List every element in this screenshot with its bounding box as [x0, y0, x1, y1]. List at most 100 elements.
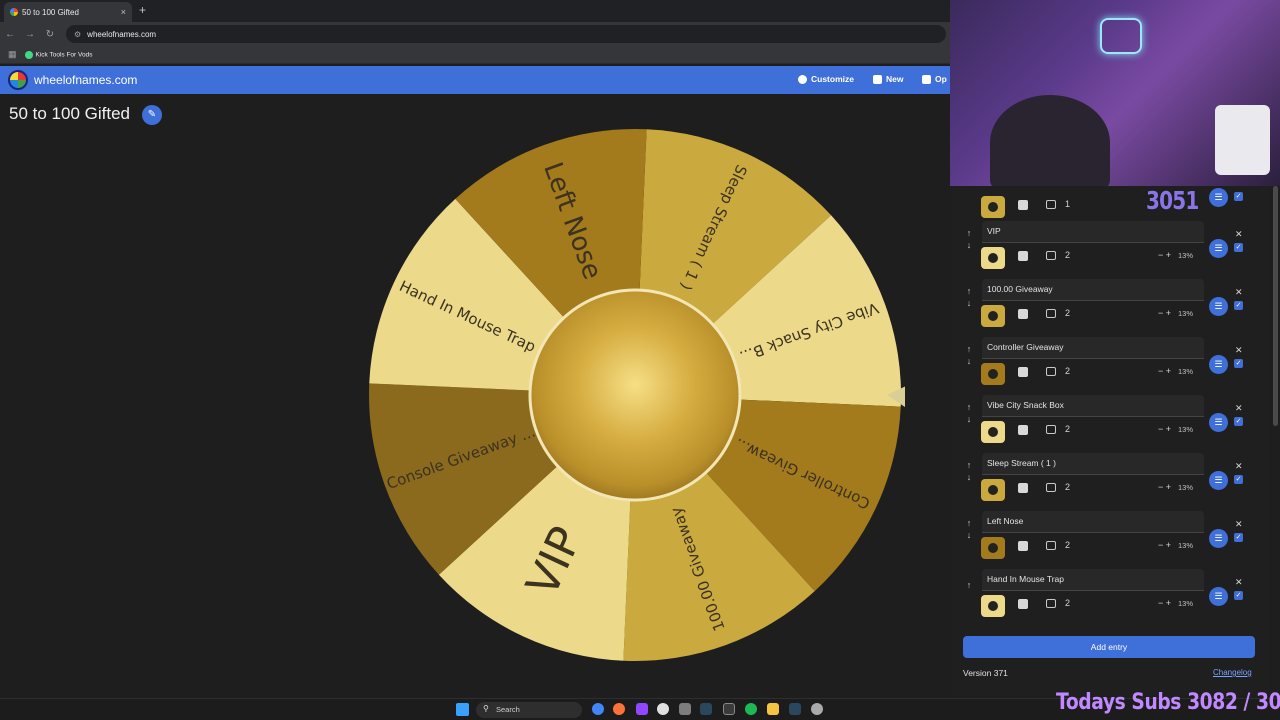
color-swatch[interactable] — [981, 363, 1005, 385]
image-icon[interactable] — [1018, 541, 1028, 551]
changelog-link[interactable]: Changelog — [1213, 668, 1252, 677]
forward-icon[interactable]: → — [20, 29, 40, 40]
color-swatch[interactable] — [981, 479, 1005, 501]
close-icon[interactable]: ✕ — [1235, 345, 1243, 356]
firefox-icon[interactable] — [613, 703, 625, 715]
weight-field[interactable]: 1 — [1046, 199, 1070, 209]
reorder-arrows-icon[interactable]: ↑ ↓ — [964, 227, 974, 251]
entry-options-button[interactable]: ☰ — [1209, 471, 1228, 490]
color-swatch[interactable] — [981, 305, 1005, 327]
weight-field[interactable]: 2 — [1046, 482, 1070, 492]
obs-icon[interactable] — [657, 703, 669, 715]
new-button[interactable]: New — [873, 74, 903, 84]
entry-enabled-checkbox[interactable]: ✓ — [1234, 417, 1243, 426]
customize-button[interactable]: Customize — [798, 74, 854, 84]
entry-enabled-checkbox[interactable]: ✓ — [1234, 591, 1243, 600]
color-swatch[interactable] — [981, 247, 1005, 269]
image-icon[interactable] — [1018, 599, 1028, 609]
browser-tab[interactable]: 50 to 100 Gifted × — [4, 2, 132, 22]
weight-field[interactable]: 2 — [1046, 540, 1070, 550]
entry-name-field[interactable]: Hand In Mouse Trap — [982, 569, 1204, 591]
pencil-icon[interactable]: ✎ — [142, 105, 162, 125]
close-icon[interactable]: ✕ — [1235, 461, 1243, 472]
entry-enabled-checkbox[interactable]: ✓ — [1234, 475, 1243, 484]
reorder-arrows-icon[interactable]: ↑ ↓ — [964, 401, 974, 425]
weight-stepper[interactable]: − + — [1158, 366, 1171, 376]
back-icon[interactable]: ← — [0, 29, 20, 40]
entry-options-button[interactable]: ☰ — [1209, 355, 1228, 374]
site-info-icon[interactable]: ⚙ — [74, 30, 81, 39]
spotify-icon[interactable] — [745, 703, 757, 715]
entry-options-button[interactable]: ☰ — [1209, 297, 1228, 316]
taskbar-search[interactable]: Search — [476, 702, 582, 718]
entry-options-button[interactable]: ☰ — [1209, 529, 1228, 548]
image-icon[interactable] — [1018, 251, 1028, 261]
entry-name-field[interactable]: 100.00 Giveaway — [982, 279, 1204, 301]
tab-close-icon[interactable]: × — [121, 7, 126, 17]
entry-enabled-checkbox[interactable]: ✓ — [1234, 192, 1243, 201]
close-icon[interactable]: ✕ — [1235, 519, 1243, 530]
color-swatch[interactable] — [981, 537, 1005, 559]
entry-name-field[interactable]: Sleep Stream ( 1 ) — [982, 453, 1204, 475]
brand-name[interactable]: wheelofnames.com — [34, 73, 137, 87]
entry-options-button[interactable]: ☰ — [1209, 188, 1228, 207]
entry-name-field[interactable]: Left Nose — [982, 511, 1204, 533]
wheelofnames-logo-icon[interactable] — [8, 70, 28, 90]
app-icon[interactable] — [679, 703, 691, 715]
color-swatch[interactable] — [981, 421, 1005, 443]
new-tab-button[interactable]: + — [139, 3, 146, 17]
entry-enabled-checkbox[interactable]: ✓ — [1234, 533, 1243, 542]
entry-name-field[interactable]: VIP — [982, 221, 1204, 243]
open-button[interactable]: Op — [922, 74, 947, 84]
entry-enabled-checkbox[interactable]: ✓ — [1234, 301, 1243, 310]
entry-name-field[interactable]: Controller Giveaway — [982, 337, 1204, 359]
wheel-center-image[interactable] — [528, 288, 742, 502]
weight-stepper[interactable]: − + — [1158, 540, 1171, 550]
weight-stepper[interactable]: − + — [1158, 308, 1171, 318]
image-icon[interactable] — [1018, 309, 1028, 319]
image-icon[interactable] — [1018, 367, 1028, 377]
bookmark-kick-tools[interactable]: Kick Tools For Vods — [24, 50, 92, 59]
image-icon[interactable] — [1018, 425, 1028, 435]
weight-field[interactable]: 2 — [1046, 424, 1070, 434]
panel-scrollbar[interactable] — [1273, 186, 1278, 426]
reorder-arrows-icon[interactable]: ↑ ↓ — [964, 517, 974, 541]
reorder-arrows-icon[interactable]: ↑ ↓ — [964, 343, 974, 367]
weight-stepper[interactable]: − + — [1158, 250, 1171, 260]
image-icon[interactable] — [1018, 200, 1028, 210]
reorder-arrows-icon[interactable]: ↑ ↓ — [964, 459, 974, 483]
entry-enabled-checkbox[interactable]: ✓ — [1234, 359, 1243, 368]
weight-field[interactable]: 2 — [1046, 250, 1070, 260]
weight-stepper[interactable]: − + — [1158, 482, 1171, 492]
image-icon[interactable] — [1018, 483, 1028, 493]
weight-stepper[interactable]: − + — [1158, 424, 1171, 434]
settings-icon[interactable] — [811, 703, 823, 715]
entry-name-field[interactable]: Vibe City Snack Box — [982, 395, 1204, 417]
wheel-title[interactable]: 50 to 100 Gifted — [9, 104, 130, 124]
reload-icon[interactable]: ↻ — [40, 29, 60, 40]
weight-field[interactable]: 2 — [1046, 308, 1070, 318]
close-icon[interactable]: ✕ — [1235, 577, 1243, 588]
windows-start-icon[interactable] — [456, 703, 469, 716]
reorder-arrows-icon[interactable]: ↑ — [964, 579, 974, 591]
terminal-icon[interactable] — [723, 703, 735, 715]
entry-enabled-checkbox[interactable]: ✓ — [1234, 243, 1243, 252]
close-icon[interactable]: ✕ — [1235, 229, 1243, 240]
folder-icon[interactable] — [767, 703, 779, 715]
steam-icon[interactable] — [700, 703, 712, 715]
close-icon[interactable]: ✕ — [1235, 403, 1243, 414]
color-swatch[interactable] — [981, 196, 1005, 218]
entry-options-button[interactable]: ☰ — [1209, 239, 1228, 258]
close-icon[interactable]: ✕ — [1235, 287, 1243, 298]
apps-grid-icon[interactable]: ▦ — [8, 49, 17, 60]
chrome-icon[interactable] — [592, 703, 604, 715]
steam-icon-2[interactable] — [789, 703, 801, 715]
reorder-arrows-icon[interactable]: ↑ ↓ — [964, 285, 974, 309]
wheel-of-names[interactable]: Sleep Stream ( 1 )Vibe City Snack B...Co… — [365, 125, 905, 665]
url-field[interactable]: ⚙ wheelofnames.com — [66, 25, 946, 43]
entry-options-button[interactable]: ☰ — [1209, 413, 1228, 432]
twitch-icon[interactable] — [636, 703, 648, 715]
weight-field[interactable]: 2 — [1046, 598, 1070, 608]
add-entry-button[interactable]: Add entry — [963, 636, 1255, 658]
weight-stepper[interactable]: − + — [1158, 598, 1171, 608]
